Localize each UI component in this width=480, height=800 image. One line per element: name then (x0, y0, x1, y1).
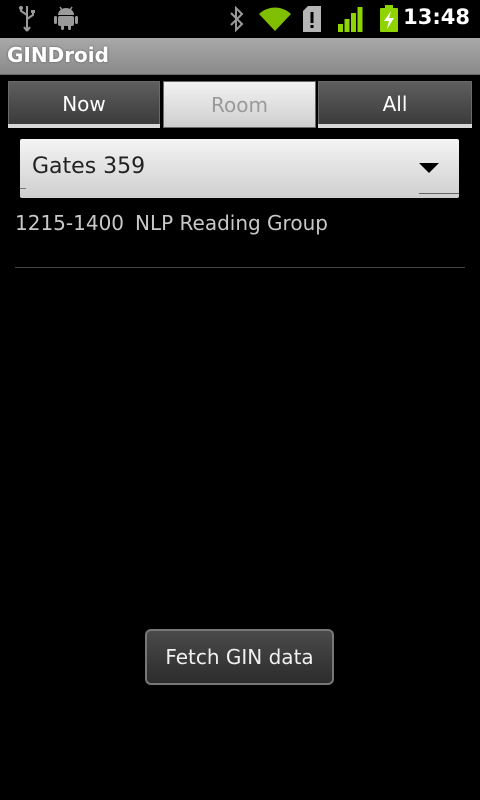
tab-all[interactable]: All (318, 81, 472, 127)
android-debug-icon (54, 6, 78, 30)
sd-card-warning-icon (303, 6, 321, 32)
tab-room[interactable]: Room (163, 81, 316, 128)
title-bar: GINDroid (0, 38, 480, 75)
tab-now-label: Now (62, 92, 106, 116)
tab-room-label: Room (211, 92, 268, 117)
usb-icon (19, 6, 35, 32)
list-item[interactable]: 1215-1400 NLP Reading Group (15, 208, 465, 268)
tab-all-label: All (382, 92, 408, 116)
fetch-gin-data-button[interactable]: Fetch GIN data (145, 629, 334, 685)
spinner-notch (20, 188, 26, 189)
bluetooth-icon (230, 5, 244, 33)
status-time: 13:48 (403, 5, 470, 29)
tab-bar: Now Room All (0, 81, 480, 129)
battery-charging-icon (380, 5, 398, 32)
event-time: 1215-1400 (15, 211, 125, 235)
signal-icon (338, 7, 363, 32)
event-name: NLP Reading Group (135, 211, 328, 235)
status-bar: 13:48 (0, 0, 480, 38)
fetch-button-label: Fetch GIN data (165, 645, 314, 669)
wifi-icon (259, 7, 291, 31)
room-spinner[interactable]: Gates 359 (20, 139, 459, 198)
tab-all-underline (318, 124, 472, 128)
spinner-baseline (419, 193, 459, 194)
dropdown-arrow-icon (419, 163, 439, 173)
app-title: GINDroid (7, 43, 109, 67)
tab-now-underline (8, 124, 160, 128)
tab-now[interactable]: Now (8, 81, 160, 127)
room-spinner-value: Gates 359 (32, 154, 146, 179)
